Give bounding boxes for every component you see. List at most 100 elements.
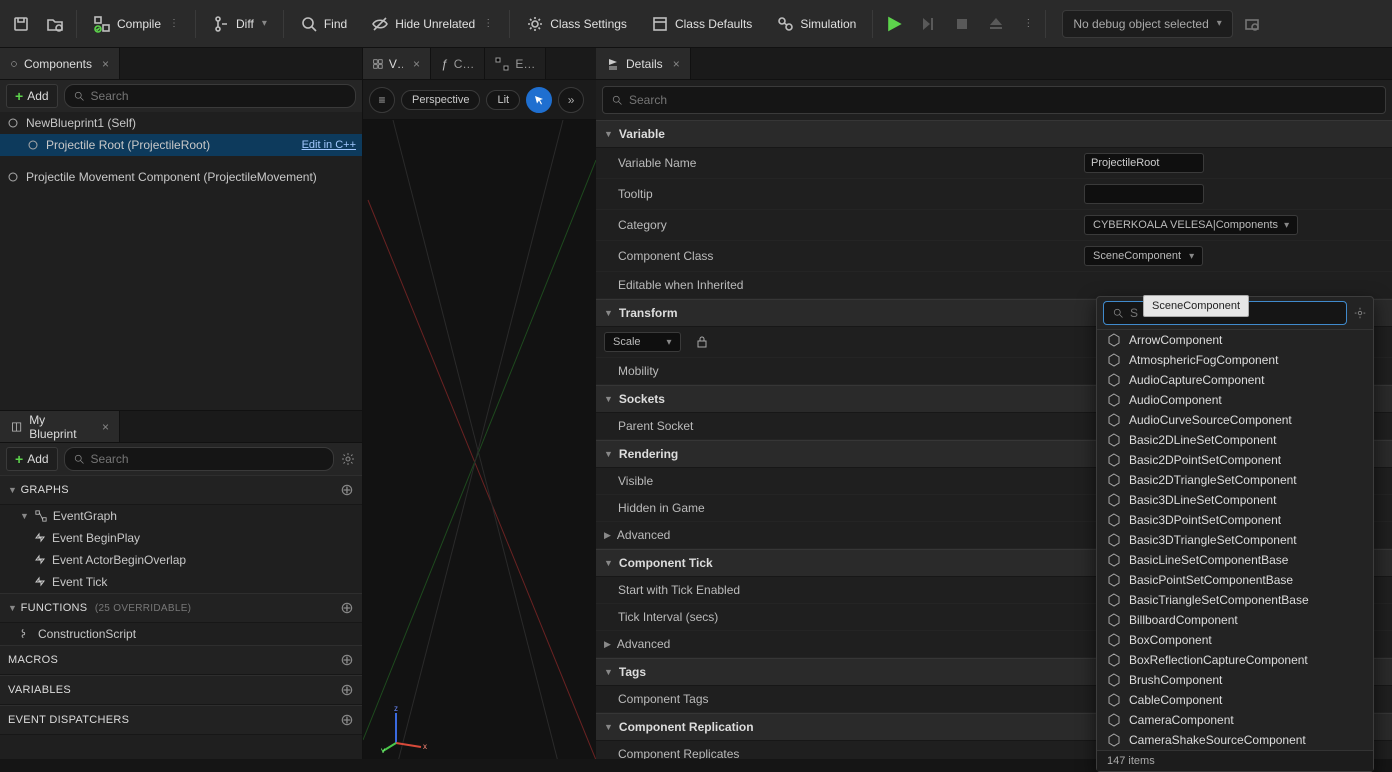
close-icon[interactable]: ×: [102, 420, 109, 434]
dispatchers-header[interactable]: EVENT DISPATCHERS ⊕: [0, 705, 362, 735]
event-graph-item[interactable]: ▼ EventGraph: [0, 505, 362, 527]
section-title: Component Tick: [619, 556, 713, 570]
event-node-item[interactable]: Event ActorBeginOverlap: [0, 549, 362, 571]
dropdown-item[interactable]: Basic2DPointSetComponent: [1097, 450, 1373, 470]
mybp-search-input[interactable]: [91, 452, 325, 466]
component-tree-row[interactable]: Projectile Root (ProjectileRoot)Edit in …: [0, 134, 362, 156]
details-search[interactable]: [602, 86, 1386, 114]
tab-components[interactable]: Components ×: [0, 48, 120, 79]
debug-object-label: No debug object selected: [1073, 17, 1208, 31]
dropdown-item[interactable]: CameraComponent: [1097, 710, 1373, 730]
event-node-item[interactable]: Event BeginPlay: [0, 527, 362, 549]
dropdown-item[interactable]: Basic3DTriangleSetComponent: [1097, 530, 1373, 550]
variables-header[interactable]: VARIABLES ⊕: [0, 675, 362, 705]
find-button[interactable]: Find: [290, 7, 357, 41]
event-node-item[interactable]: Event Tick: [0, 571, 362, 593]
simulation-button[interactable]: Simulation: [766, 7, 866, 41]
play-options-button[interactable]: ⋮: [1015, 7, 1039, 41]
locate-debug-button[interactable]: [1237, 7, 1267, 41]
dropdown-item[interactable]: AudioComponent: [1097, 390, 1373, 410]
property-value-select[interactable]: CYBERKOALA VELESA|Components▾: [1084, 215, 1298, 235]
stop-icon: [953, 15, 971, 33]
functions-header[interactable]: ▼ FUNCTIONS (25 OVERRIDABLE) ⊕: [0, 593, 362, 623]
event-label: Event BeginPlay: [52, 531, 140, 545]
lit-select[interactable]: Lit: [486, 90, 520, 110]
plus-icon: +: [15, 451, 23, 467]
dropdown-item[interactable]: AudioCaptureComponent: [1097, 370, 1373, 390]
edit-in-cpp-link[interactable]: Edit in C++: [302, 139, 356, 151]
viewport-menu-button[interactable]: ≡: [369, 87, 395, 113]
dropdown-item[interactable]: BoxComponent: [1097, 630, 1373, 650]
mybp-search[interactable]: [64, 447, 334, 471]
property-value-input[interactable]: [1084, 184, 1204, 204]
component-type-icon: [1107, 493, 1121, 507]
dropdown-settings-icon[interactable]: [1353, 306, 1367, 320]
property-label: Tooltip: [618, 187, 1084, 201]
dropdown-item[interactable]: Basic2DLineSetComponent: [1097, 430, 1373, 450]
dropdown-item[interactable]: CameraShakeSourceComponent: [1097, 730, 1373, 750]
eject-button[interactable]: [981, 7, 1011, 41]
dropdown-item[interactable]: BrushComponent: [1097, 670, 1373, 690]
class-defaults-button[interactable]: Class Defaults: [641, 7, 762, 41]
dropdown-item[interactable]: Basic3DPointSetComponent: [1097, 510, 1373, 530]
browse-button[interactable]: [40, 7, 70, 41]
svg-text:y: y: [381, 746, 385, 753]
dropdown-item[interactable]: AtmosphericFogComponent: [1097, 350, 1373, 370]
add-variable-button[interactable]: ⊕: [340, 680, 354, 700]
tab-construction[interactable]: ƒ C…: [431, 48, 485, 79]
viewport-3d[interactable]: z x y: [363, 120, 596, 759]
close-icon[interactable]: ×: [102, 57, 109, 71]
property-value-input[interactable]: ProjectileRoot: [1084, 153, 1204, 173]
diff-button[interactable]: Diff ▾: [202, 7, 277, 41]
debug-object-select[interactable]: No debug object selected ▾: [1062, 10, 1232, 38]
close-icon[interactable]: ×: [413, 57, 420, 71]
compile-button[interactable]: Compile ⋮: [83, 7, 189, 41]
stop-button[interactable]: [947, 7, 977, 41]
dropdown-item[interactable]: ArrowComponent: [1097, 330, 1373, 350]
dropdown-item[interactable]: BasicTriangleSetComponentBase: [1097, 590, 1373, 610]
select-tool-button[interactable]: [526, 87, 552, 113]
tab-my-blueprint[interactable]: My Blueprint ×: [0, 411, 120, 442]
add-macro-button[interactable]: ⊕: [340, 650, 354, 670]
step-button[interactable]: [913, 7, 943, 41]
perspective-select[interactable]: Perspective: [401, 90, 480, 110]
play-button[interactable]: [879, 7, 909, 41]
dropdown-item[interactable]: CableComponent: [1097, 690, 1373, 710]
lock-icon[interactable]: [695, 335, 709, 349]
details-search-input[interactable]: [629, 93, 1377, 107]
dropdown-item[interactable]: BoxReflectionCaptureComponent: [1097, 650, 1373, 670]
graphs-header[interactable]: ▼ GRAPHS ⊕: [0, 475, 362, 505]
components-search[interactable]: [64, 84, 356, 108]
hide-unrelated-button[interactable]: Hide Unrelated ⋮: [361, 7, 503, 41]
dropdown-item-label: BasicPointSetComponentBase: [1129, 573, 1293, 587]
more-tools-button[interactable]: »: [558, 87, 584, 113]
add-dispatcher-button[interactable]: ⊕: [340, 710, 354, 730]
dropdown-item[interactable]: BasicPointSetComponentBase: [1097, 570, 1373, 590]
add-bp-button[interactable]: + Add: [6, 447, 58, 471]
class-settings-button[interactable]: Class Settings: [516, 7, 637, 41]
component-tree-row[interactable]: NewBlueprint1 (Self): [0, 112, 362, 134]
settings-icon[interactable]: [340, 451, 356, 467]
add-component-button[interactable]: + Add: [6, 84, 58, 108]
dropdown-item[interactable]: Basic2DTriangleSetComponent: [1097, 470, 1373, 490]
save-button[interactable]: [6, 7, 36, 41]
dropdown-item[interactable]: BasicLineSetComponentBase: [1097, 550, 1373, 570]
section-header[interactable]: ▼Variable: [596, 120, 1392, 148]
dropdown-item[interactable]: AudioCurveSourceComponent: [1097, 410, 1373, 430]
dropdown-list[interactable]: ArrowComponentAtmosphericFogComponentAud…: [1097, 330, 1373, 750]
close-icon[interactable]: ×: [673, 57, 680, 71]
tab-viewport[interactable]: V… ×: [363, 48, 431, 79]
component-tree-row[interactable]: Projectile Movement Component (Projectil…: [0, 166, 362, 188]
scale-select[interactable]: Scale▾: [604, 332, 681, 352]
dropdown-item[interactable]: Basic3DLineSetComponent: [1097, 490, 1373, 510]
component-class-select[interactable]: SceneComponent▾: [1084, 246, 1203, 266]
add-graph-button[interactable]: ⊕: [340, 480, 354, 500]
dropdown-item[interactable]: BillboardComponent: [1097, 610, 1373, 630]
function-icon: [20, 628, 32, 640]
tab-event-graph[interactable]: E…: [485, 48, 546, 79]
macros-header[interactable]: MACROS ⊕: [0, 645, 362, 675]
construction-script-item[interactable]: ConstructionScript: [0, 623, 362, 645]
components-search-input[interactable]: [91, 89, 347, 103]
add-function-button[interactable]: ⊕: [340, 598, 354, 618]
tab-details[interactable]: Details ×: [596, 48, 691, 79]
